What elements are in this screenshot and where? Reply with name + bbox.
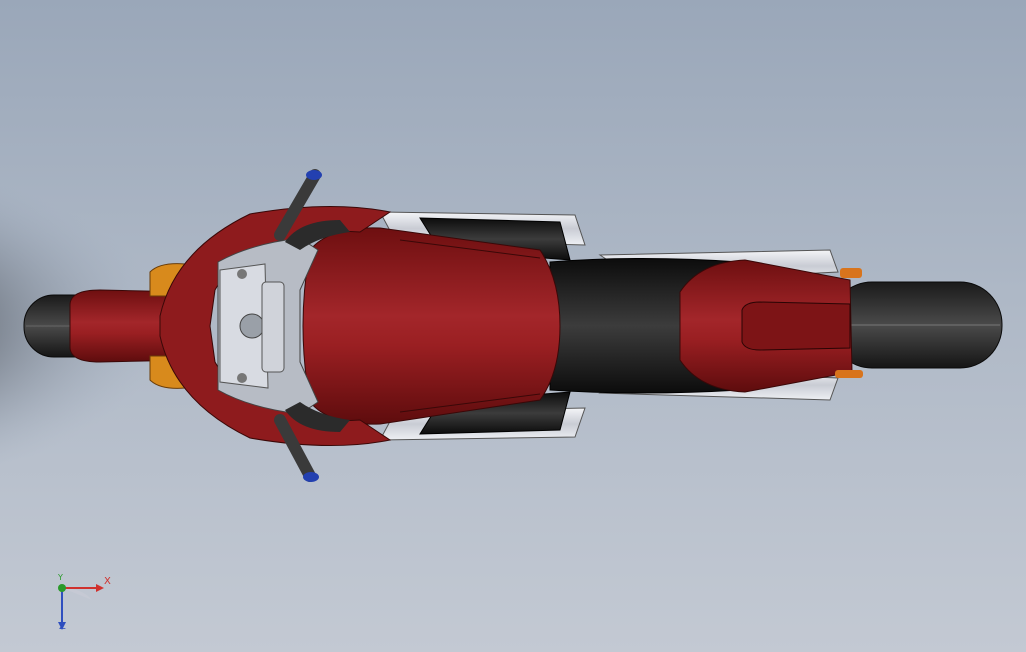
gauge-bolt-1 <box>237 269 247 279</box>
graphics-viewport[interactable]: X Y Z <box>0 0 1026 652</box>
rear-indicator-lower <box>835 370 863 378</box>
y-axis-label: Y <box>58 573 63 582</box>
triple-clamp[interactable] <box>261 281 285 373</box>
right-grip-end <box>303 472 319 482</box>
rear-indicator-upper <box>840 268 862 278</box>
tail-seat-pad[interactable] <box>741 301 851 351</box>
speedometer[interactable] <box>239 313 265 339</box>
x-axis-label: X <box>104 576 111 587</box>
gauge-bolt-2 <box>237 373 247 383</box>
x-axis-arrowhead <box>96 584 104 592</box>
motorcycle-model[interactable] <box>0 0 1026 652</box>
left-grip-end <box>306 170 322 180</box>
z-axis-label: Z <box>59 621 66 632</box>
y-axis-dot <box>58 584 66 592</box>
fuel-tank[interactable] <box>302 227 561 425</box>
